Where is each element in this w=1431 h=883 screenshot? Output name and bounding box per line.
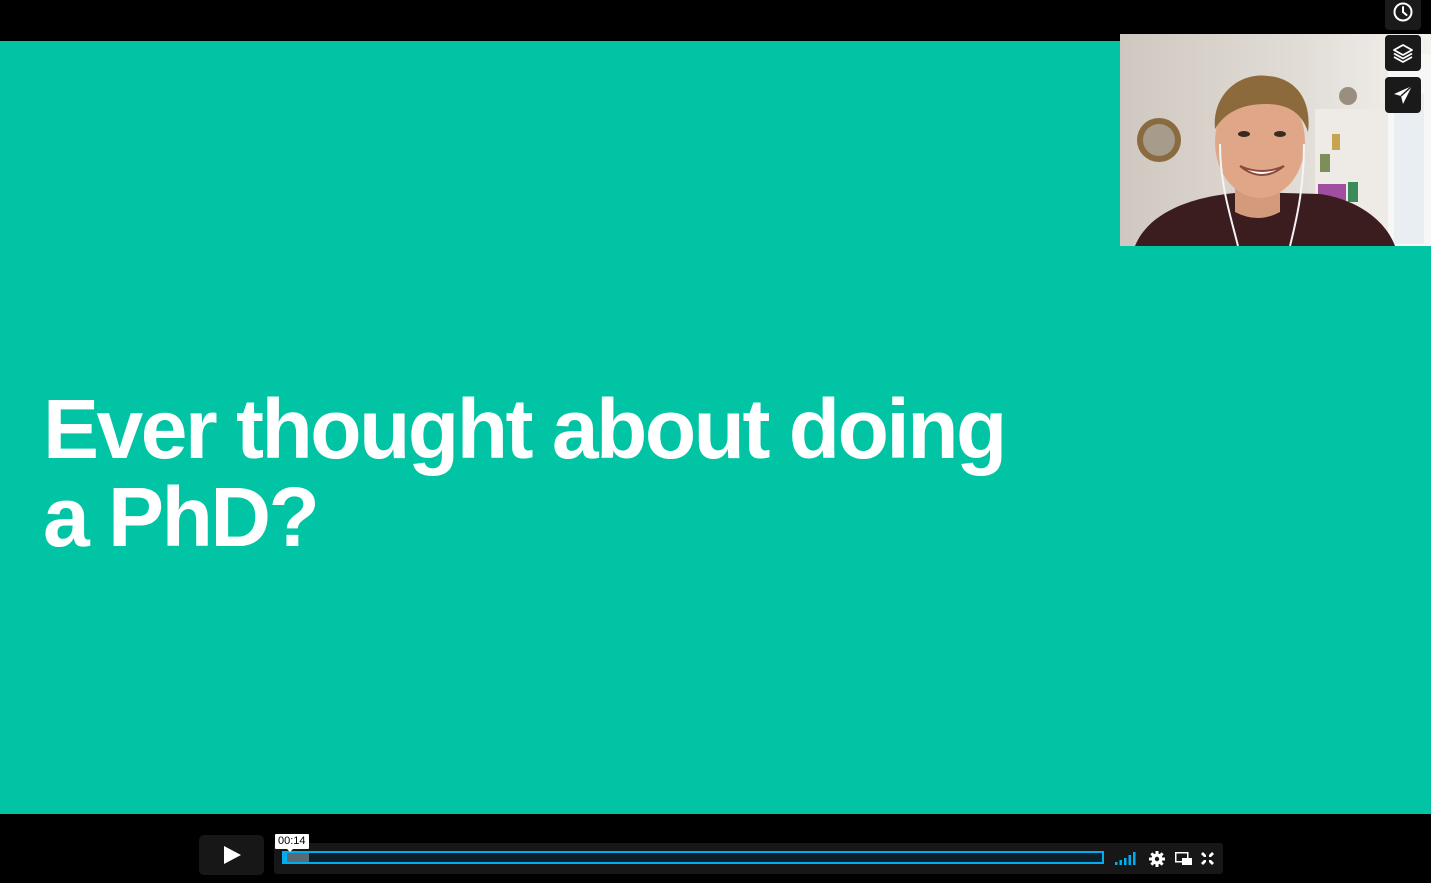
settings-button[interactable] xyxy=(1147,849,1167,868)
share-button[interactable] xyxy=(1385,77,1421,113)
collections-button[interactable] xyxy=(1385,35,1421,71)
play-button[interactable] xyxy=(199,835,264,875)
slide-title: Ever thought about doing a PhD? xyxy=(43,385,1103,561)
settings-gear-icon xyxy=(1149,850,1165,867)
slide-title-line-1: Ever thought about doing xyxy=(43,382,1007,476)
player-controls-bar: 00:14 xyxy=(0,814,1431,883)
paper-plane-icon xyxy=(1394,85,1413,104)
clock-icon xyxy=(1393,2,1413,22)
video-player: Ever thought about doing a PhD? 00:14 xyxy=(0,0,1431,883)
volume-bars-icon xyxy=(1115,852,1136,865)
volume-button[interactable] xyxy=(1114,849,1140,868)
picture-in-picture-button[interactable] xyxy=(1173,849,1193,868)
progress-played xyxy=(284,853,288,862)
fullscreen-button[interactable] xyxy=(1197,849,1217,868)
watch-later-button[interactable] xyxy=(1385,0,1421,30)
progress-buffered xyxy=(284,853,309,862)
slide-title-line-2: a PhD? xyxy=(43,470,320,564)
layers-icon xyxy=(1393,44,1413,63)
play-icon xyxy=(223,846,241,864)
control-strip xyxy=(274,843,1223,874)
current-time-tooltip: 00:14 xyxy=(275,834,309,852)
progress-bar[interactable] xyxy=(282,851,1104,864)
fullscreen-icon xyxy=(1200,852,1214,865)
picture-in-picture-icon xyxy=(1174,852,1192,865)
